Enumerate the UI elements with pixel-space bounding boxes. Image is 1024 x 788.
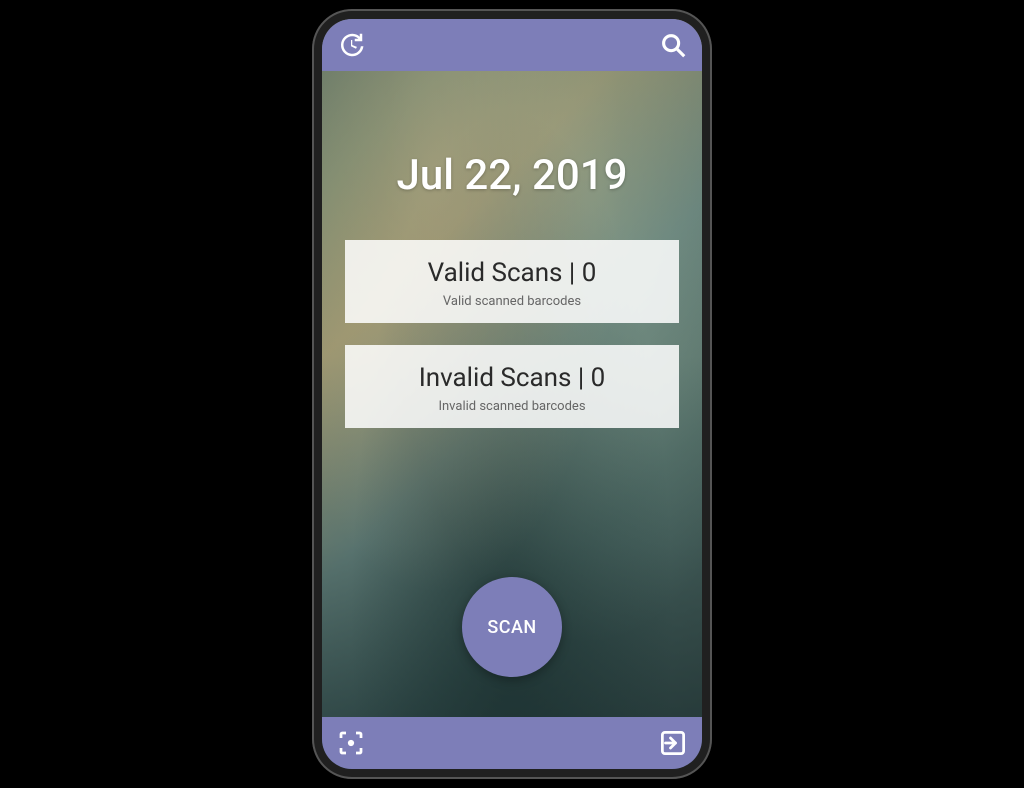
search-icon[interactable] — [658, 30, 688, 60]
valid-scans-card[interactable]: Valid Scans | 0 Valid scanned barcodes — [345, 240, 679, 323]
invalid-scans-subtitle: Invalid scanned barcodes — [355, 399, 669, 414]
phone-frame: Jul 22, 2019 Valid Scans | 0 Valid scann… — [312, 9, 712, 779]
main-content: Jul 22, 2019 Valid Scans | 0 Valid scann… — [322, 71, 702, 717]
bottom-bar — [322, 717, 702, 769]
exit-icon[interactable] — [658, 728, 688, 758]
valid-scans-subtitle: Valid scanned barcodes — [355, 294, 669, 309]
invalid-scans-card[interactable]: Invalid Scans | 0 Invalid scanned barcod… — [345, 345, 679, 428]
date-display: Jul 22, 2019 — [397, 151, 628, 200]
scan-button[interactable]: SCAN — [462, 577, 562, 677]
scan-button-label: SCAN — [487, 617, 536, 638]
focus-icon[interactable] — [336, 728, 366, 758]
top-bar — [322, 19, 702, 71]
phone-screen: Jul 22, 2019 Valid Scans | 0 Valid scann… — [322, 19, 702, 769]
invalid-scans-title: Invalid Scans | 0 — [355, 363, 669, 393]
history-icon[interactable] — [336, 30, 366, 60]
valid-scans-title: Valid Scans | 0 — [355, 258, 669, 288]
